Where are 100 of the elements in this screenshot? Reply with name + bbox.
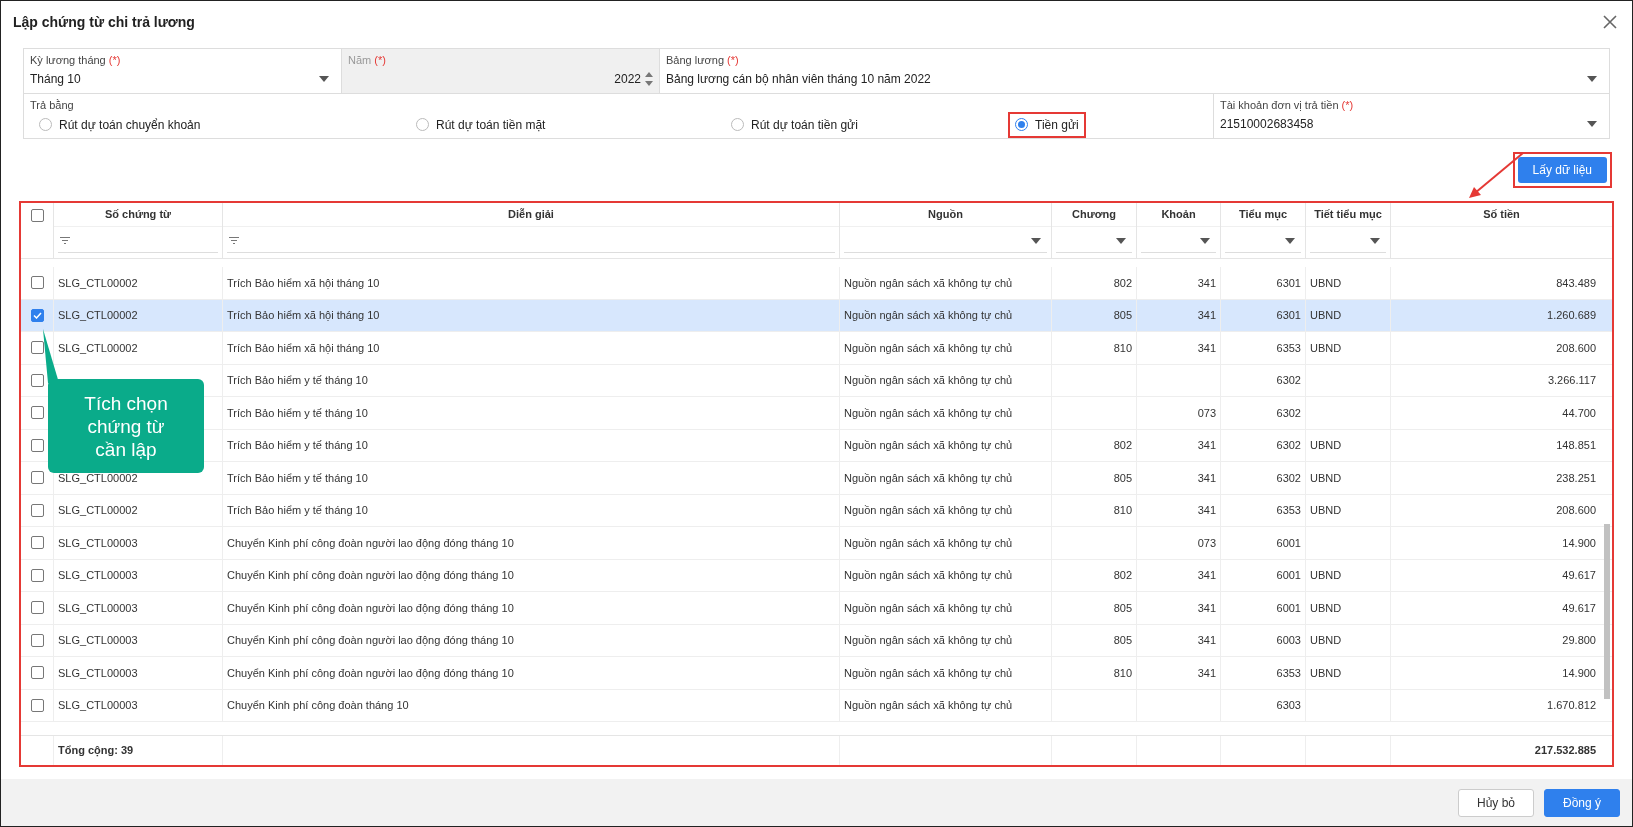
radio-option[interactable]: Tiền gửi bbox=[1010, 113, 1190, 136]
table-cell-text: SLG_CTL00003 bbox=[58, 568, 138, 583]
table-row[interactable]: SLG_CTL00003 Chuyển Kinh phí công đoàn người lao động đóng tháng 10 Nguồn ngân sách xã không tự chủ 805 341 6003 UBND 29.800 bbox=[21, 624, 1612, 657]
form-field: Năm (*) 2022 bbox=[342, 49, 660, 93]
window-title: Lập chứng từ chi trả lương bbox=[13, 12, 195, 32]
cancel-button[interactable]: Hủy bỏ bbox=[1458, 788, 1534, 817]
table-cell-text: 6301 bbox=[1276, 275, 1301, 291]
checkbox[interactable] bbox=[30, 633, 44, 647]
checkbox[interactable] bbox=[30, 406, 44, 420]
checkbox[interactable] bbox=[30, 276, 44, 290]
caret-icon bbox=[1031, 237, 1041, 244]
column-header: Diễn giải bbox=[508, 207, 554, 223]
checkbox[interactable] bbox=[30, 471, 44, 485]
table-cell-text: Nguồn ngân sách xã không tự chủ bbox=[844, 633, 1013, 648]
table-cell-text: 238.251 bbox=[1556, 470, 1596, 486]
table-cell-text: 208.600 bbox=[1556, 340, 1596, 356]
checkbox[interactable] bbox=[30, 308, 44, 322]
table-row[interactable]: SLG_CTL00003 Chuyển Kinh phí công đoàn người lao động đóng tháng 10 Nguồn ngân sách xã không tự chủ 805 341 6001 UBND 49.617 bbox=[21, 592, 1612, 625]
table-cell-text: 6302 bbox=[1276, 405, 1301, 421]
table-cell-text: 6301 bbox=[1276, 308, 1301, 323]
table-cell-text: Nguồn ngân sách xã không tự chủ bbox=[844, 275, 1013, 291]
table-cell-text: Chuyển Kinh phí công đoàn người lao động đóng tháng 10 bbox=[227, 633, 514, 648]
table-cell-text: UBND bbox=[1310, 275, 1342, 291]
table-cell-text: 14.900 bbox=[1562, 665, 1596, 681]
table-cell-text: 805 bbox=[1113, 308, 1132, 323]
table-cell-text: UBND bbox=[1310, 438, 1342, 453]
confirm-button[interactable]: Đồng ý bbox=[1544, 788, 1620, 817]
checkbox[interactable] bbox=[30, 601, 44, 615]
table-cell-text: SLG_CTL00003 bbox=[58, 665, 138, 681]
table-row[interactable]: SLG_CTL00002 Trích Bảo hiểm xã hội tháng 10 Nguồn ngân sách xã không tự chủ 810 341 6353 UBND 208.600 bbox=[21, 332, 1612, 365]
checkbox[interactable] bbox=[30, 698, 44, 712]
checkbox[interactable] bbox=[30, 503, 44, 517]
table-cell-text: UBND bbox=[1310, 600, 1342, 616]
table-cell-text: 6353 bbox=[1276, 340, 1301, 356]
table-cell-text: 341 bbox=[1197, 470, 1216, 486]
table-cell-text: 148.851 bbox=[1556, 438, 1596, 453]
table-cell-text: 49.617 bbox=[1562, 600, 1596, 616]
table-cell-text: SLG_CTL00003 bbox=[58, 600, 138, 616]
table-cell-text: Chuyển Kinh phí công đoàn người lao động đóng tháng 10 bbox=[227, 568, 514, 583]
table-cell-text: Nguồn ngân sách xã không tự chủ bbox=[844, 405, 1013, 421]
table-cell-text: 6001 bbox=[1276, 568, 1301, 583]
checkbox[interactable] bbox=[30, 568, 44, 582]
checkbox[interactable] bbox=[30, 438, 44, 452]
checkbox[interactable] bbox=[30, 536, 44, 550]
table-cell-text: 341 bbox=[1197, 665, 1216, 681]
table-row[interactable]: SLG_CTL00003 Chuyển Kinh phí công đoàn người lao động đóng tháng 10 Nguồn ngân sách xã không tự chủ 810 341 6353 UBND 14.900 bbox=[21, 657, 1612, 690]
table-cell-text: 341 bbox=[1197, 600, 1216, 616]
table-cell-text: 843.489 bbox=[1556, 275, 1596, 291]
table-cell-text: UBND bbox=[1310, 633, 1342, 648]
table-cell-text: 6001 bbox=[1276, 535, 1301, 551]
checkbox[interactable] bbox=[30, 209, 44, 222]
table-cell-text: 802 bbox=[1113, 275, 1132, 291]
table-cell-text: SLG_CTL00002 bbox=[58, 470, 138, 486]
table-cell-text: Chuyển Kinh phí công đoàn người lao động đóng tháng 10 bbox=[227, 665, 514, 681]
table-row[interactable]: SLG_CTL00002 Trích Bảo hiểm xã hội tháng 10 Nguồn ngân sách xã không tự chủ 802 341 6301 UBND 843.489 bbox=[21, 267, 1612, 300]
table-cell-text: Nguồn ngân sách xã không tự chủ bbox=[844, 438, 1013, 453]
table-cell-text: SLG_CTL00002 bbox=[58, 340, 138, 356]
radio-option[interactable]: Rút dự toán tiền mặt bbox=[411, 113, 726, 136]
radio-option[interactable]: Rút dự toán tiền gửi bbox=[726, 113, 1010, 136]
table-cell-text: Nguồn ngân sách xã không tự chủ bbox=[844, 373, 1013, 388]
table-cell-text: 6353 bbox=[1276, 503, 1301, 518]
column-header: Khoản bbox=[1161, 207, 1196, 223]
table-cell-text: Nguồn ngân sách xã không tự chủ bbox=[844, 698, 1013, 713]
radio-option[interactable]: Rút dự toán chuyển khoản bbox=[34, 113, 411, 136]
table-cell-text: UBND bbox=[1310, 308, 1342, 323]
checkbox[interactable] bbox=[30, 373, 44, 387]
total-amount: 217.532.885 bbox=[1534, 743, 1596, 759]
total-label: Tổng cộng: 39 bbox=[58, 743, 134, 759]
table-cell-text: 6003 bbox=[1276, 633, 1301, 648]
table-cell-text: Chuyển Kinh phí công đoàn người lao động đóng tháng 10 bbox=[227, 535, 514, 551]
caret-icon bbox=[1285, 237, 1295, 244]
table-cell-text: Chuyển Kinh phí công đoàn người lao động đóng tháng 10 bbox=[227, 600, 514, 616]
table-row[interactable]: SLG_CTL00002 Trích Bảo hiểm xã hội tháng 10 Nguồn ngân sách xã không tự chủ 805 341 6301 UBND 1.260.689 bbox=[21, 299, 1612, 332]
table-cell-text: 810 bbox=[1113, 665, 1132, 681]
table-cell-text: Nguồn ngân sách xã không tự chủ bbox=[844, 535, 1013, 551]
column-header: Số chứng từ bbox=[104, 207, 171, 223]
caret-icon bbox=[319, 76, 329, 82]
caret-icon bbox=[1587, 121, 1597, 127]
table-cell-text: 805 bbox=[1113, 470, 1132, 486]
table-cell-text: 805 bbox=[1113, 633, 1132, 648]
checkbox[interactable] bbox=[30, 666, 44, 680]
table-cell-text: UBND bbox=[1310, 503, 1342, 518]
table-cell-text: 208.600 bbox=[1556, 503, 1596, 518]
checkbox[interactable] bbox=[30, 341, 44, 355]
scrollbar-thumb[interactable] bbox=[1604, 524, 1610, 699]
table-cell-text: 6303 bbox=[1276, 698, 1301, 713]
table-cell-text: 1.260.689 bbox=[1547, 308, 1596, 323]
table-cell-text: 341 bbox=[1197, 308, 1216, 323]
table-row[interactable]: SLG_CTL00003 Chuyển Kinh phí công đoàn tháng 10 Nguồn ngân sách xã không tự chủ 6303 1.670.812 bbox=[21, 689, 1612, 722]
fetch-data-button[interactable]: Lấy dữ liệu bbox=[1517, 157, 1607, 183]
column-header: Nguồn bbox=[928, 207, 963, 223]
table-cell-text: Nguồn ngân sách xã không tự chủ bbox=[844, 568, 1013, 583]
table-cell-text: UBND bbox=[1310, 340, 1342, 356]
table-row[interactable]: SLG_CTL00003 Chuyển Kinh phí công đoàn người lao động đóng tháng 10 Nguồn ngân sách xã không tự chủ 802 341 6001 UBND 49.617 bbox=[21, 559, 1612, 592]
table-cell-text: Trích Bảo hiểm xã hội tháng 10 bbox=[227, 308, 380, 323]
table-row[interactable]: SLG_CTL00002 Trích Bảo hiểm y tế tháng 10 Nguồn ngân sách xã không tự chủ 810 341 6353 UBND 208.600 bbox=[21, 494, 1612, 527]
table-cell-text: SLG_CTL00002 bbox=[58, 275, 138, 291]
table-row[interactable]: SLG_CTL00003 Chuyển Kinh phí công đoàn người lao động đóng tháng 10 Nguồn ngân sách xã không tự chủ 073 6001 14.900 bbox=[21, 527, 1612, 560]
table-cell-text: 6353 bbox=[1276, 665, 1301, 681]
table-cell-text: UBND bbox=[1310, 665, 1342, 681]
